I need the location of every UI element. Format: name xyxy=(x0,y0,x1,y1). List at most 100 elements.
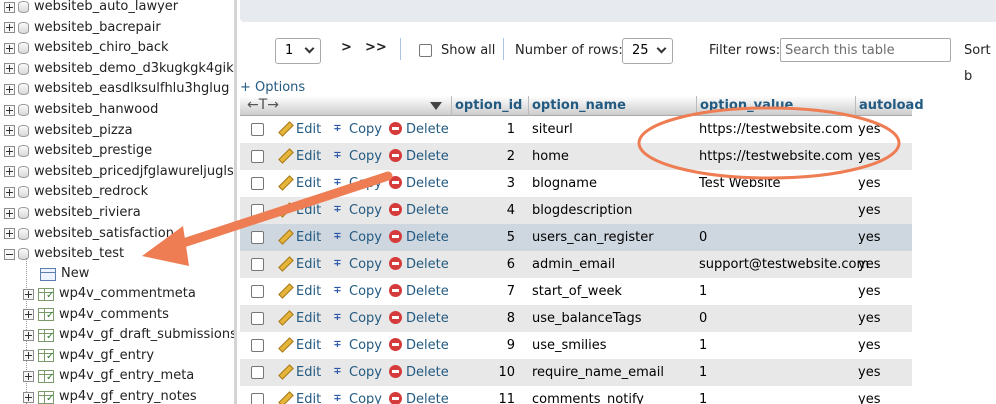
tree-item-database[interactable]: websiteb_bacrepair xyxy=(0,18,161,38)
copy-button[interactable]: ∓ Copy xyxy=(330,386,382,404)
collapse-icon[interactable] xyxy=(4,248,15,260)
tree-item-label[interactable]: websiteb_redrock xyxy=(34,182,148,202)
column-header-autoload[interactable]: autoload xyxy=(855,96,924,116)
tree-item-new[interactable]: New xyxy=(0,264,89,284)
edit-button[interactable]: Edit xyxy=(278,359,321,386)
expand-icon[interactable] xyxy=(23,370,34,382)
tree-item-database[interactable]: websiteb_satisfaction xyxy=(0,224,174,244)
row-checkbox[interactable] xyxy=(251,339,264,352)
tree-item-label[interactable]: wp4v_gf_draft_submissions xyxy=(59,325,236,345)
table-row[interactable]: Edit ∓ Copy Delete 8 use_balanceTags 0 yes xyxy=(240,305,912,332)
tree-item-label[interactable]: websiteb_riviera xyxy=(34,203,141,223)
tree-item-label[interactable]: wp4v_gf_entry_notes xyxy=(59,387,197,404)
last-page-button[interactable]: >> xyxy=(365,40,387,55)
expand-icon[interactable] xyxy=(23,391,34,403)
expand-icon[interactable] xyxy=(23,309,34,321)
tree-item-table[interactable]: ✓ wp4v_gf_entry xyxy=(0,346,154,366)
column-header-option-name[interactable]: option_name xyxy=(528,96,696,116)
tree-item-database[interactable]: websiteb_test xyxy=(0,244,124,264)
delete-button[interactable]: Delete xyxy=(389,278,449,305)
row-checkbox[interactable] xyxy=(251,177,264,190)
table-row[interactable]: Edit ∓ Copy Delete 4 blogdescription yes xyxy=(240,197,912,224)
table-row[interactable]: Edit ∓ Copy Delete 9 use_smilies 1 yes xyxy=(240,332,912,359)
tree-item-label[interactable]: New xyxy=(61,264,89,284)
edit-button[interactable]: Edit xyxy=(278,170,321,197)
edit-button[interactable]: Edit xyxy=(278,143,321,170)
row-checkbox[interactable] xyxy=(251,204,264,217)
row-checkbox[interactable] xyxy=(251,258,264,271)
edit-button[interactable]: Edit xyxy=(278,305,321,332)
delete-button[interactable]: Delete xyxy=(389,143,449,170)
tree-item-label[interactable]: wp4v_gf_entry_meta xyxy=(59,366,194,386)
column-header-option-value[interactable]: option_value xyxy=(696,96,855,116)
tree-item-database[interactable]: websiteb_chiro_back xyxy=(0,38,169,58)
expand-icon[interactable] xyxy=(4,125,15,137)
tree-item-label[interactable]: websiteb_bacrepair xyxy=(34,18,161,38)
tree-item-database[interactable]: websiteb_auto_lawyer xyxy=(0,0,178,17)
delete-button[interactable]: Delete xyxy=(389,386,449,404)
tree-item-label[interactable]: wp4v_gf_entry xyxy=(59,346,154,366)
delete-button[interactable]: Delete xyxy=(389,197,449,224)
edit-button[interactable]: Edit xyxy=(278,251,321,278)
tree-item-database[interactable]: websiteb_redrock xyxy=(0,182,148,202)
expand-icon[interactable] xyxy=(4,228,15,240)
copy-button[interactable]: ∓ Copy xyxy=(330,143,382,170)
copy-button[interactable]: ∓ Copy xyxy=(330,278,382,305)
expand-icon[interactable] xyxy=(4,166,15,178)
column-arrows[interactable]: ←T→ xyxy=(244,96,279,116)
delete-button[interactable]: Delete xyxy=(389,332,449,359)
expand-icon[interactable] xyxy=(4,83,15,95)
tree-item-label[interactable]: websiteb_demo_d3kugkgk4gik3g xyxy=(34,59,236,79)
expand-icon[interactable] xyxy=(4,207,15,219)
expand-icon[interactable] xyxy=(4,1,15,13)
tree-item-database[interactable]: websiteb_pricedjfglawureljugls xyxy=(0,162,234,182)
tree-item-label[interactable]: websiteb_chiro_back xyxy=(34,38,169,58)
row-checkbox[interactable] xyxy=(251,366,264,379)
delete-button[interactable]: Delete xyxy=(389,170,449,197)
expand-icon[interactable] xyxy=(23,288,34,300)
edit-button[interactable]: Edit xyxy=(278,332,321,359)
tree-item-table[interactable]: ✓ wp4v_gf_draft_submissions xyxy=(0,325,236,345)
table-row[interactable]: Edit ∓ Copy Delete 6 admin_email support@testw… xyxy=(240,251,912,278)
copy-button[interactable]: ∓ Copy xyxy=(330,224,382,251)
copy-button[interactable]: ∓ Copy xyxy=(330,116,382,143)
sidebar-resizer[interactable] xyxy=(234,0,237,404)
delete-button[interactable]: Delete xyxy=(389,116,449,143)
tree-item-database[interactable]: websiteb_easdlksulfhlu3hglug xyxy=(0,79,229,99)
tree-item-label[interactable]: websiteb_hanwood xyxy=(34,100,158,120)
copy-button[interactable]: ∓ Copy xyxy=(330,197,382,224)
tree-item-label[interactable]: websiteb_prestige xyxy=(34,141,152,161)
table-row[interactable]: Edit ∓ Copy Delete 3 blogname Test Website yes xyxy=(240,170,912,197)
edit-button[interactable]: Edit xyxy=(278,224,321,251)
table-row[interactable]: Edit ∓ Copy Delete 11 comments_notify 1 yes xyxy=(240,386,912,404)
tree-item-database[interactable]: websiteb_prestige xyxy=(0,141,152,161)
tree-item-label[interactable]: websiteb_pizza xyxy=(34,121,133,141)
expand-icon[interactable] xyxy=(4,42,15,54)
tree-item-table[interactable]: ✓ wp4v_gf_entry_meta xyxy=(0,366,194,386)
expand-icon[interactable] xyxy=(4,104,15,116)
edit-button[interactable]: Edit xyxy=(278,278,321,305)
tree-item-table[interactable]: ✓ wp4v_gf_entry_notes xyxy=(0,387,197,404)
row-checkbox[interactable] xyxy=(251,123,264,136)
expand-icon[interactable] xyxy=(4,145,15,157)
tree-item-label[interactable]: websiteb_test xyxy=(34,244,124,264)
edit-button[interactable]: Edit xyxy=(278,386,321,404)
expand-icon[interactable] xyxy=(4,63,15,75)
tree-item-database[interactable]: websiteb_riviera xyxy=(0,203,141,223)
delete-button[interactable]: Delete xyxy=(389,305,449,332)
next-page-button[interactable]: > xyxy=(341,40,352,55)
copy-button[interactable]: ∓ Copy xyxy=(330,305,382,332)
delete-button[interactable]: Delete xyxy=(389,251,449,278)
show-all-checkbox[interactable] xyxy=(419,44,432,57)
page-select[interactable]: 1 xyxy=(275,38,321,64)
row-checkbox[interactable] xyxy=(251,150,264,163)
delete-button[interactable]: Delete xyxy=(389,359,449,386)
expand-icon[interactable] xyxy=(23,350,34,362)
row-checkbox[interactable] xyxy=(251,231,264,244)
filter-rows-input[interactable] xyxy=(780,38,951,62)
tree-item-table[interactable]: ✓ wp4v_commentmeta xyxy=(0,284,196,304)
expand-icon[interactable] xyxy=(23,329,34,341)
table-row[interactable]: Edit ∓ Copy Delete 2 home https://testwebsite.… xyxy=(240,143,912,170)
tree-item-database[interactable]: websiteb_demo_d3kugkgk4gik3g xyxy=(0,59,236,79)
tree-item-label[interactable]: websiteb_satisfaction xyxy=(34,224,174,244)
